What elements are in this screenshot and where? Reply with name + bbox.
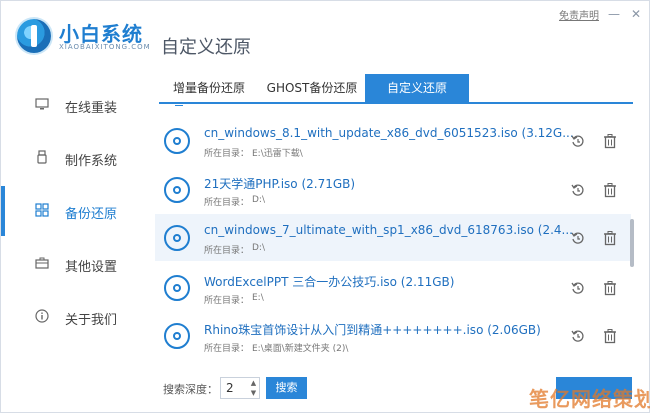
search-depth-value[interactable]: 2	[226, 381, 234, 395]
tab-incremental-backup[interactable]: 增量备份还原	[159, 74, 259, 102]
disc-icon	[164, 177, 190, 203]
app-window: 小白系统 XIAOBAIXITONG.COM 自定义还原 免责声明 — ✕ 在线…	[0, 0, 650, 413]
sidebar-item-about-us[interactable]: 关于我们	[1, 297, 155, 337]
minimize-button[interactable]: —	[607, 7, 621, 21]
dir-label: 所在目录：	[204, 149, 250, 159]
iso-title: Rhino珠宝首饰设计从入门到精通++++++++.iso (2.06GB)	[204, 323, 541, 337]
restore-icon[interactable]	[570, 328, 586, 344]
list-item[interactable]: cn_windows_8.1_with_update_x86_dvd_60515…	[155, 117, 631, 164]
restore-icon[interactable]	[570, 133, 586, 149]
dir-label: 所在目录：	[204, 296, 250, 306]
search-depth-label: 搜索深度：	[163, 383, 218, 396]
trash-icon[interactable]	[602, 328, 618, 344]
monitor-icon	[35, 97, 49, 111]
trash-icon[interactable]	[602, 182, 618, 198]
iso-title: cn_windows_7_ultimate_with_sp1_x86_dvd_6…	[204, 223, 573, 237]
list-item[interactable]: Rhino珠宝首饰设计从入门到精通++++++++.iso (2.06GB) 所…	[155, 312, 631, 359]
disc-icon	[164, 323, 190, 349]
sidebar-item-make-system[interactable]: 制作系统	[1, 138, 155, 178]
chevron-up-icon[interactable]: ▲	[249, 379, 258, 388]
watermark: 笔亿网络策划	[529, 387, 650, 411]
sidebar-item-label: 备份还原	[65, 207, 118, 222]
disc-icon	[164, 128, 190, 154]
sidebar-item-backup-restore[interactable]: 备份还原	[1, 191, 155, 231]
dir-path: E:\迅雷下载\	[252, 149, 303, 159]
iso-title: cn_windows_8.1_with_update_x86_dvd_60515…	[204, 126, 574, 140]
iso-title: 21天学通PHP.iso (2.71GB)	[204, 177, 356, 191]
info-icon	[35, 309, 49, 323]
chevron-down-icon[interactable]: ▼	[249, 389, 258, 398]
dir-label: 所在目录：	[204, 344, 250, 354]
brand-subtitle: XIAOBAIXITONG.COM	[59, 43, 151, 51]
sidebar-item-label: 关于我们	[65, 313, 118, 328]
list-item[interactable]: WordExcelPPT 三合一办公技巧.iso (2.11GB) 所在目录： …	[155, 264, 631, 311]
iso-list: cn_windows_8.1_with_update_x86_dvd_60515…	[155, 109, 631, 365]
tab-bar: 增量备份还原 GHOST备份还原 自定义还原	[159, 74, 633, 104]
dir-label: 所在目录：	[204, 246, 250, 256]
list-item-selected[interactable]: cn_windows_7_ultimate_with_sp1_x86_dvd_6…	[155, 214, 631, 261]
trash-icon[interactable]	[602, 230, 618, 246]
dir-path: D:\	[252, 243, 265, 253]
page-title: 自定义还原	[161, 37, 251, 58]
dir-path: D:\	[252, 195, 265, 205]
title-bar: 小白系统 XIAOBAIXITONG.COM 自定义还原 免责声明 — ✕	[1, 1, 650, 71]
sidebar-item-other-settings[interactable]: 其他设置	[1, 244, 155, 284]
trash-icon[interactable]	[602, 133, 618, 149]
list-item[interactable]: 21天学通PHP.iso (2.71GB) 所在目录： D:\	[155, 166, 631, 213]
list-top-marker	[175, 105, 183, 106]
sidebar: 在线重装 制作系统 备份还原 其他设置 关于我们	[1, 73, 155, 413]
tab-ghost-backup[interactable]: GHOST备份还原	[259, 74, 365, 102]
disclaimer-link[interactable]: 免责声明	[559, 7, 599, 22]
trash-icon[interactable]	[602, 280, 618, 296]
restore-icon[interactable]	[570, 280, 586, 296]
dir-path: E:\	[252, 293, 264, 303]
scrollbar-thumb[interactable]	[630, 219, 634, 267]
backup-icon	[35, 203, 49, 217]
restore-icon[interactable]	[570, 182, 586, 198]
dir-path: E:\桌面\新建文件夹 (2)\	[252, 344, 349, 354]
sidebar-item-online-reinstall[interactable]: 在线重装	[1, 85, 155, 125]
usb-icon	[35, 150, 49, 164]
disc-icon	[164, 225, 190, 251]
disc-icon	[164, 275, 190, 301]
search-depth-stepper[interactable]: 2 ▲ ▼	[220, 377, 260, 399]
sidebar-item-label: 在线重装	[65, 101, 118, 116]
iso-title: WordExcelPPT 三合一办公技巧.iso (2.11GB)	[204, 275, 455, 289]
restore-icon[interactable]	[570, 230, 586, 246]
search-button[interactable]: 搜索	[266, 377, 307, 399]
dir-label: 所在目录：	[204, 198, 250, 208]
sidebar-item-label: 制作系统	[65, 154, 118, 169]
logo-icon	[17, 19, 51, 53]
sidebar-item-label: 其他设置	[65, 260, 118, 275]
close-button[interactable]: ✕	[629, 7, 643, 21]
tab-custom-restore[interactable]: 自定义还原	[365, 74, 469, 102]
toolbox-icon	[35, 256, 49, 270]
